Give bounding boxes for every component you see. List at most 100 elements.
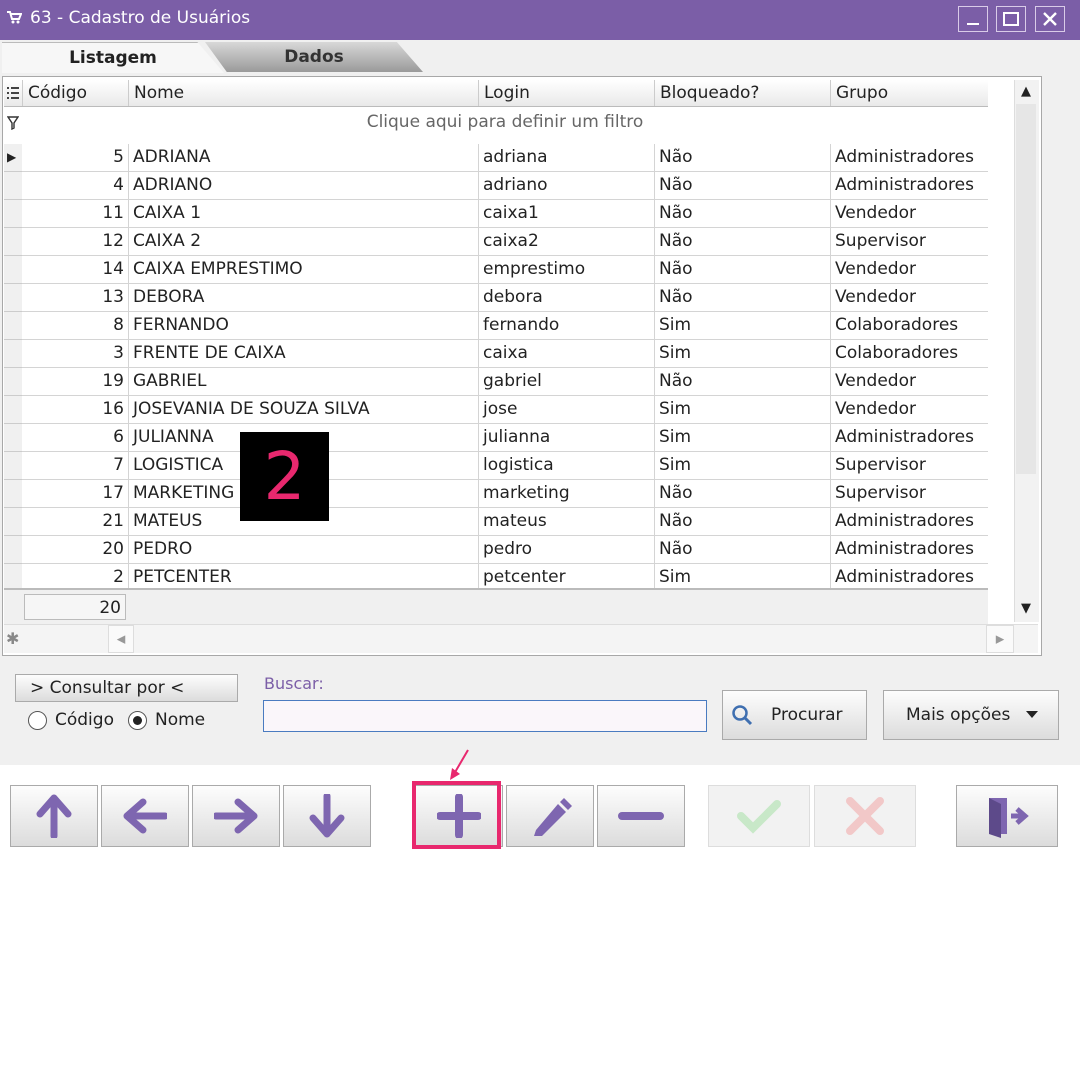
close-button[interactable] (1035, 6, 1065, 32)
cell-codigo: 13 (102, 287, 124, 307)
table-row[interactable]: 21 MATEUS mateus Não Administradores (22, 508, 988, 536)
cell-bloqueado: Não (654, 284, 830, 311)
cell-login: fernando (478, 312, 654, 339)
cell-bloqueado: Não (654, 256, 830, 283)
table-row[interactable]: 12 CAIXA 2 caixa2 Não Supervisor (22, 228, 988, 256)
row-indicator[interactable] (4, 200, 22, 228)
filter-row[interactable]: Clique aqui para definir um filtro (22, 108, 988, 136)
column-header-codigo[interactable]: Código (22, 80, 128, 106)
table-row[interactable]: 11 CAIXA 1 caixa1 Não Vendedor (22, 200, 988, 228)
vertical-scroll-thumb[interactable] (1016, 104, 1036, 474)
cell-codigo: 11 (102, 203, 124, 223)
cell-codigo: 7 (113, 455, 124, 475)
row-indicator[interactable] (4, 396, 22, 424)
radio-selected-dot (133, 715, 142, 725)
column-header-grupo[interactable]: Grupo (830, 80, 988, 106)
cell-bloqueado: Não (654, 144, 830, 171)
table-row[interactable]: 14 CAIXA EMPRESTIMO emprestimo Não Vendedor (22, 256, 988, 284)
column-header-bloqueado[interactable]: Bloqueado? (654, 80, 830, 106)
table-row[interactable]: 19 GABRIEL gabriel Não Vendedor (22, 368, 988, 396)
arrow-right-icon (214, 798, 258, 834)
scroll-down-icon[interactable]: ▼ (1016, 599, 1036, 619)
tab-dados[interactable]: Dados (205, 42, 423, 72)
table-row[interactable]: 13 DEBORA debora Não Vendedor (22, 284, 988, 312)
next-record-button[interactable] (192, 785, 280, 847)
consultar-por-button[interactable]: > Consultar por < (15, 674, 238, 702)
tab-listagem-label: Listagem (69, 48, 157, 68)
cell-login: pedro (478, 536, 654, 563)
maximize-button[interactable] (996, 6, 1026, 32)
cell-login: jose (478, 396, 654, 423)
horizontal-scrollbar[interactable]: ✱ ◂ ▸ (4, 624, 1038, 653)
pointer-arrow-icon (450, 749, 469, 780)
cell-login: caixa1 (478, 200, 654, 227)
cell-grupo: Administradores (830, 508, 988, 535)
scroll-left-icon[interactable]: ◂ (108, 625, 134, 653)
buscar-label: Buscar: (264, 674, 324, 693)
tab-listagem[interactable]: Listagem (2, 42, 224, 73)
scroll-up-icon[interactable]: ▲ (1016, 82, 1036, 102)
maximize-icon (1003, 12, 1019, 26)
cell-nome: GABRIEL (128, 368, 478, 395)
cell-grupo: Vendedor (830, 200, 988, 227)
row-indicator[interactable] (4, 340, 22, 368)
table-row[interactable]: 7 LOGISTICA logistica Sim Supervisor (22, 452, 988, 480)
cell-grupo: Supervisor (830, 452, 988, 479)
row-indicator[interactable] (4, 536, 22, 564)
radio-nome-label: Nome (155, 710, 206, 730)
row-indicator[interactable] (4, 312, 22, 340)
table-row[interactable]: 20 PEDRO pedro Não Administradores (22, 536, 988, 564)
cell-bloqueado: Não (654, 508, 830, 535)
cell-nome: CAIXA 1 (128, 200, 478, 227)
search-input[interactable] (263, 700, 707, 732)
table-row[interactable]: 8 FERNANDO fernando Sim Colaboradores (22, 312, 988, 340)
row-indicator[interactable] (4, 256, 22, 284)
column-header-nome[interactable]: Nome (128, 80, 478, 106)
row-indicator[interactable] (4, 452, 22, 480)
first-record-button[interactable] (10, 785, 98, 847)
radio-nome[interactable]: Nome (128, 710, 205, 730)
minimize-button[interactable] (958, 6, 988, 32)
row-indicator[interactable] (4, 424, 22, 452)
previous-record-button[interactable] (101, 785, 189, 847)
table-row[interactable]: 3 FRENTE DE CAIXA caixa Sim Colaboradores (22, 340, 988, 368)
delete-record-button[interactable] (597, 785, 685, 847)
cell-grupo: Administradores (830, 144, 988, 171)
confirm-button[interactable] (708, 785, 810, 847)
procurar-label: Procurar (771, 705, 843, 725)
row-indicator[interactable] (4, 368, 22, 396)
edit-record-button[interactable] (506, 785, 594, 847)
cancel-button[interactable] (814, 785, 916, 847)
procurar-button[interactable]: Procurar (722, 690, 867, 740)
row-indicator[interactable] (4, 284, 22, 312)
last-record-button[interactable] (283, 785, 371, 847)
cell-bloqueado: Não (654, 200, 830, 227)
table-row[interactable]: 17 MARKETING marketing Não Supervisor (22, 480, 988, 508)
grid-footer: 20 (4, 588, 988, 624)
cell-login: caixa (478, 340, 654, 367)
cell-login: mateus (478, 508, 654, 535)
table-row[interactable]: 6 JULIANNA julianna Sim Administradores (22, 424, 988, 452)
grid-header: Código Nome Login Bloqueado? Grupo (4, 80, 988, 107)
table-row[interactable]: 16 JOSEVANIA DE SOUZA SILVA jose Sim Vendedo… (22, 396, 988, 424)
cell-bloqueado: Não (654, 536, 830, 563)
exit-door-icon (989, 798, 1029, 838)
row-indicator[interactable] (4, 508, 22, 536)
mais-opcoes-button[interactable]: Mais opções (883, 690, 1059, 740)
row-indicator[interactable] (4, 172, 22, 200)
table-row[interactable]: 4 ADRIANO adriano Não Administradores (22, 172, 988, 200)
table-row[interactable]: 5 ADRIANA adriana Não Administradores (22, 144, 988, 172)
column-chooser-icon[interactable] (7, 86, 19, 100)
cell-bloqueado: Sim (654, 452, 830, 479)
column-header-login[interactable]: Login (478, 80, 654, 106)
row-indicator[interactable] (4, 228, 22, 256)
cell-grupo: Administradores (830, 536, 988, 563)
exit-button[interactable] (956, 785, 1058, 847)
row-indicator[interactable]: ▶ (4, 144, 22, 172)
scroll-right-icon[interactable]: ▸ (986, 625, 1014, 653)
radio-nome-circle[interactable] (128, 710, 147, 730)
radio-codigo[interactable]: Código (28, 710, 114, 730)
row-indicator[interactable] (4, 480, 22, 508)
radio-codigo-circle[interactable] (28, 710, 47, 730)
cell-nome: CAIXA 2 (128, 228, 478, 255)
